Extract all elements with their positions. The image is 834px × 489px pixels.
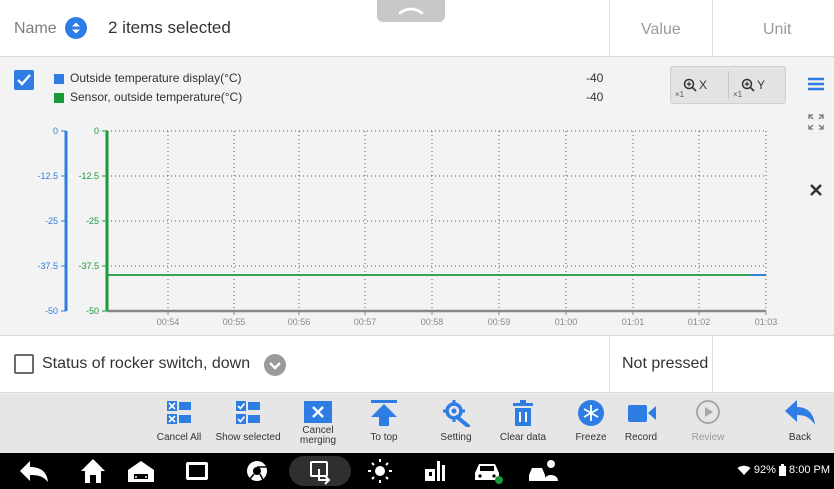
- toolbar-label: Freeze: [575, 432, 607, 443]
- x-tick-label: 01:00: [555, 317, 578, 327]
- cancel-all-icon: [167, 401, 191, 424]
- show-selected-button[interactable]: Show selected: [210, 394, 286, 453]
- line-chart: 0 0 -12.5 -12.5 -25 -25 -37.5 -37.5 -50 -50 00:54 0…: [37, 126, 778, 327]
- row-checkbox[interactable]: [14, 354, 34, 374]
- recent-apps-icon[interactable]: [180, 453, 214, 489]
- name-column-label: Name: [14, 20, 57, 37]
- remote-expert-icon[interactable]: [527, 453, 561, 489]
- x-tick-label: 00:55: [223, 317, 246, 327]
- row-name: Status of rocker switch, down: [42, 355, 251, 372]
- column-divider: [712, 336, 713, 392]
- battery-level: 92%: [753, 464, 776, 476]
- toolbar-label: Review: [691, 432, 725, 443]
- y-tick-label: -37.5: [78, 261, 99, 271]
- toolbar-label: To top: [370, 432, 398, 443]
- vehicle-connect-icon[interactable]: [471, 453, 505, 489]
- battery-icon: [778, 464, 786, 477]
- system-nav-bar: 92% 8:00 PM: [0, 453, 834, 489]
- toolbar-label: Back: [788, 432, 812, 443]
- toolbar-label: Clear data: [499, 432, 547, 443]
- y-tick-label: -12.5: [37, 171, 58, 181]
- toolbar-label: Show selected: [215, 432, 281, 443]
- expand-icon[interactable]: [264, 354, 286, 376]
- brightness-icon[interactable]: [363, 453, 397, 489]
- x-tick-label: 00:58: [421, 317, 444, 327]
- toolbar-label: Setting: [440, 432, 472, 443]
- home-garage-icon[interactable]: [124, 453, 158, 489]
- row-value: Not pressed: [622, 355, 709, 372]
- y-tick-label: 0: [53, 126, 58, 136]
- x-tick-label: 00:57: [354, 317, 377, 327]
- review-icon: [696, 400, 720, 424]
- selected-count: 2 items selected: [108, 18, 231, 37]
- record-button[interactable]: Record: [616, 394, 666, 453]
- show-selected-icon: [236, 401, 260, 424]
- review-button[interactable]: Review: [688, 394, 728, 453]
- setting-button[interactable]: Setting: [432, 394, 480, 453]
- to-top-icon: [371, 400, 397, 426]
- y-tick-label: -25: [45, 216, 58, 226]
- nav-back-icon[interactable]: [18, 453, 52, 489]
- x-tick-label: 01:02: [688, 317, 711, 327]
- cancel-merging-button[interactable]: Cancel merging: [292, 394, 344, 453]
- y-tick-label: -25: [86, 216, 99, 226]
- column-divider: [712, 0, 713, 57]
- x-tick-label: 01:03: [755, 317, 778, 327]
- toolbar-label: Record: [624, 432, 658, 443]
- column-divider: [609, 0, 610, 57]
- x-tick-label: 00:59: [488, 317, 511, 327]
- sort-icon[interactable]: [65, 17, 87, 39]
- y-tick-label: -50: [45, 306, 58, 316]
- toolbar-label: Cancel All: [156, 432, 202, 443]
- cancel-all-button[interactable]: Cancel All: [150, 394, 208, 453]
- clock: 8:00 PM: [789, 464, 830, 476]
- value-column-label: Value: [641, 21, 681, 38]
- y-tick-label: -12.5: [78, 171, 99, 181]
- x-tick-label: 00:56: [288, 317, 311, 327]
- vci-icon[interactable]: [419, 453, 453, 489]
- x-tick-label: 01:01: [622, 317, 645, 327]
- data-stream-row[interactable]: Status of rocker switch, down Not presse…: [0, 335, 834, 393]
- freeze-icon: [578, 400, 604, 426]
- to-top-button[interactable]: To top: [364, 394, 404, 453]
- column-divider: [609, 336, 610, 392]
- back-icon: [785, 400, 815, 425]
- clear-data-button[interactable]: Clear data: [496, 394, 550, 453]
- y-tick-label: -37.5: [37, 261, 58, 271]
- screen-mirror-icon: [310, 461, 331, 485]
- clear-data-icon: [513, 400, 533, 426]
- y-tick-label: -50: [86, 306, 99, 316]
- freeze-button[interactable]: Freeze: [570, 394, 612, 453]
- toolbar-label: Cancel merging: [299, 425, 337, 446]
- screen-mirror-button[interactable]: [289, 456, 351, 486]
- x-tick-label: 00:54: [157, 317, 180, 327]
- unit-column-label: Unit: [763, 21, 792, 38]
- cancel-merging-icon: [304, 401, 332, 423]
- nav-home-icon[interactable]: [76, 453, 110, 489]
- collapse-handle[interactable]: [377, 0, 445, 22]
- status-area: 92% 8:00 PM: [737, 464, 830, 477]
- back-button[interactable]: Back: [780, 394, 820, 453]
- bottom-toolbar: Cancel All Show selected Cancel merging …: [0, 394, 834, 453]
- browser-icon[interactable]: [240, 453, 274, 489]
- y-tick-label: 0: [94, 126, 99, 136]
- setting-icon: [443, 400, 470, 427]
- record-icon: [628, 405, 656, 422]
- header-row: Name 2 items selected Value Unit: [0, 0, 834, 57]
- wifi-icon: [737, 465, 751, 475]
